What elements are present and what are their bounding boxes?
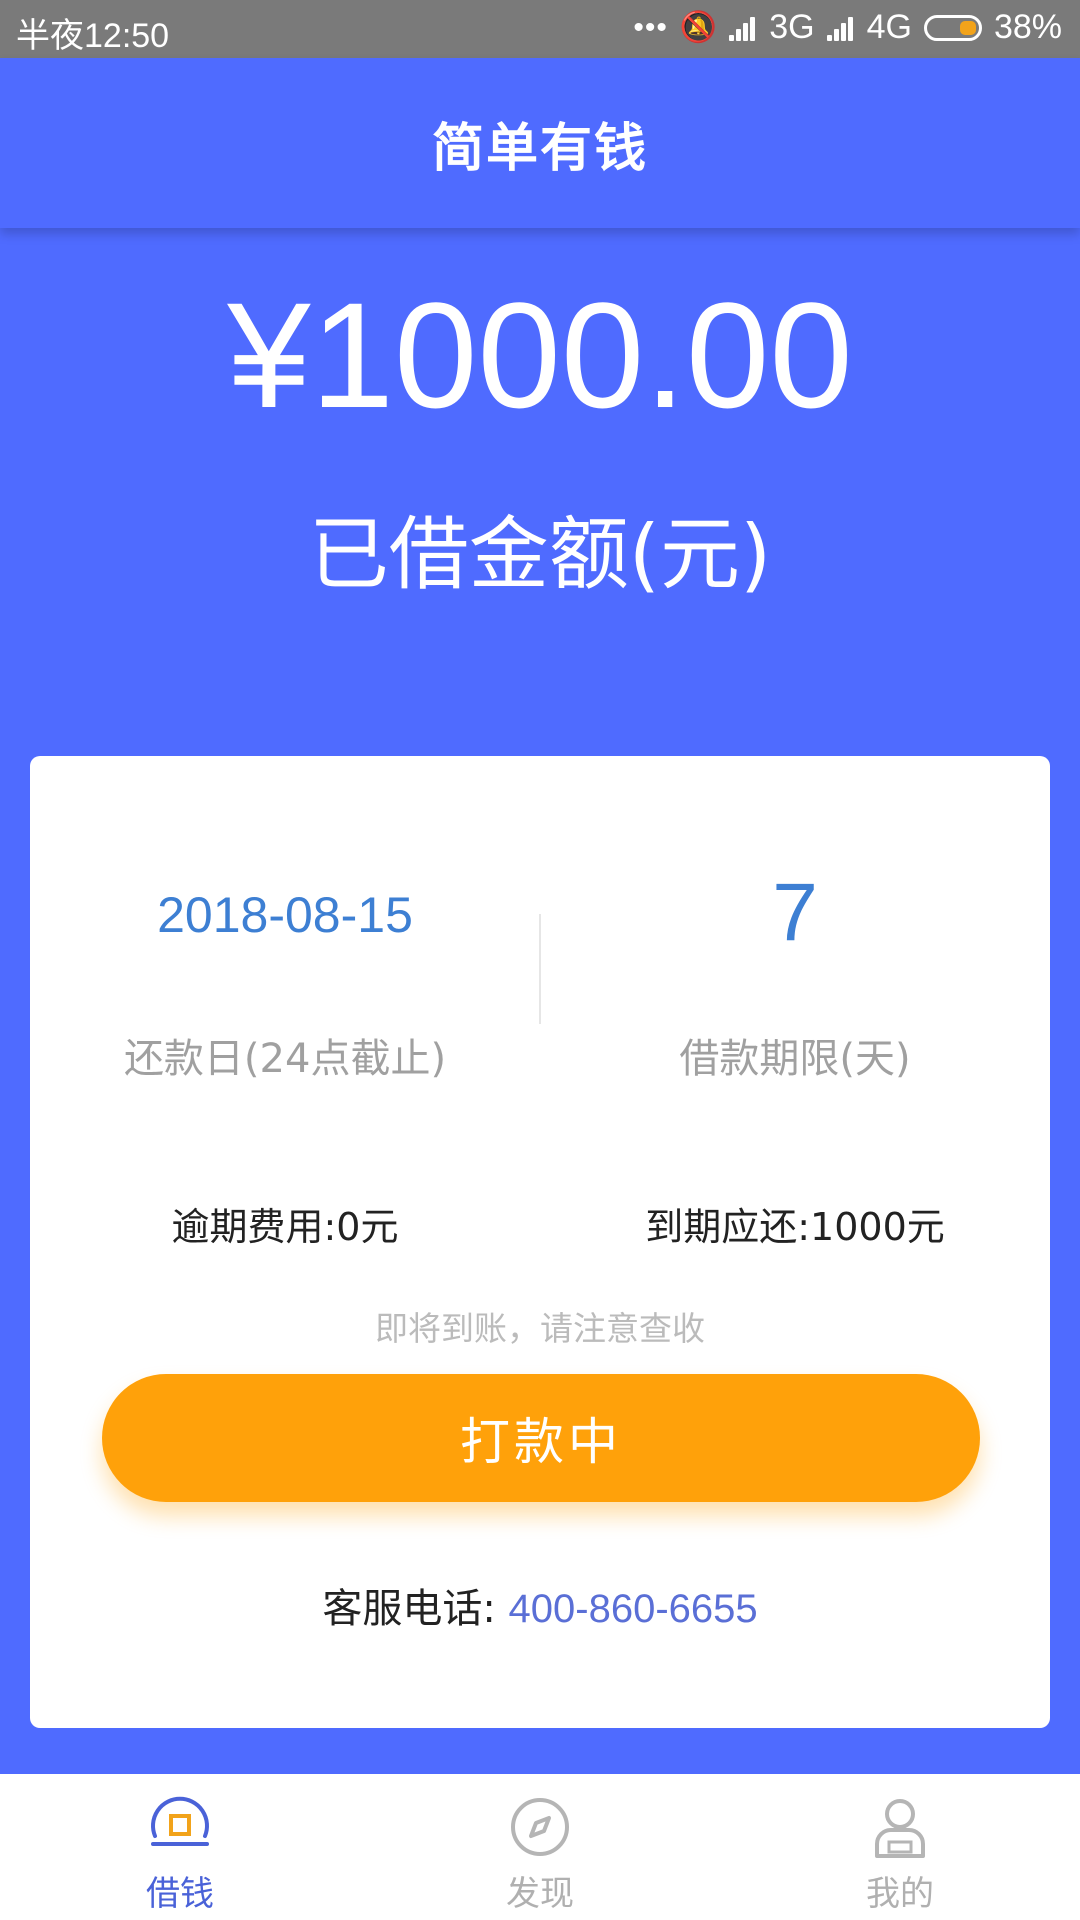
divider (539, 914, 541, 1024)
page-title: 简单有钱 (431, 118, 648, 179)
nav-item-loan[interactable]: 借钱 (0, 1774, 360, 1920)
service-phone-link[interactable]: 400-860-6655 (509, 1587, 758, 1631)
arrival-hint: 即将到账，请注意查收 (375, 1309, 705, 1348)
customer-service: 客服电话: 400-860-6655 (30, 1576, 1050, 1634)
repay-date: 2018-08-15 (157, 887, 413, 943)
signal-icon-2 (826, 15, 855, 41)
nav-label-mine: 我的 (866, 1874, 934, 1914)
battery-percent: 38% (993, 8, 1062, 46)
signal-icon (729, 15, 757, 41)
loan-icon (151, 1796, 209, 1846)
nav-label-loan: 借钱 (146, 1874, 214, 1914)
loan-amount-label: 已借金额(元) (308, 508, 772, 601)
bottom-nav: 借钱 发现 我的 (0, 1774, 1080, 1920)
overdue-fee: 逾期费用:0元 (171, 1205, 399, 1249)
user-icon (875, 1799, 925, 1858)
due-amount: 到期应还:1000元 (645, 1205, 945, 1249)
loan-card: 2018-08-15 7 还款日(24点截止) 借款期限(天) 逾期费用:0元 … (30, 756, 1050, 1728)
status-time: 半夜12:50 (16, 17, 170, 55)
battery-icon (923, 14, 982, 41)
loan-term: 7 (772, 867, 818, 958)
repay-date-label: 还款日(24点截止) (123, 1036, 447, 1082)
nav-label-discover: 发现 (506, 1874, 574, 1914)
status-icons: ••• 🔕 3G 4G 38% (633, 8, 1062, 47)
service-label: 客服电话: (322, 1586, 496, 1632)
more-dots-icon: ••• (633, 10, 668, 44)
loan-amount: ¥1000.00 (227, 271, 853, 439)
payment-status-button[interactable]: 打款中 (102, 1374, 980, 1502)
loan-term-label: 借款期限(天) (679, 1036, 911, 1082)
nav-item-discover[interactable]: 发现 (360, 1774, 720, 1920)
mute-bell-icon: 🔕 (679, 11, 718, 44)
nav-item-mine[interactable]: 我的 (720, 1774, 1080, 1920)
network-3g: 3G (769, 8, 815, 46)
network-4g: 4G (866, 8, 912, 46)
compass-icon (511, 1798, 569, 1856)
status-bar: 半夜12:50 ••• 🔕 3G 4G 38% (0, 0, 1080, 58)
app-header: 简单有钱 (0, 58, 1080, 228)
